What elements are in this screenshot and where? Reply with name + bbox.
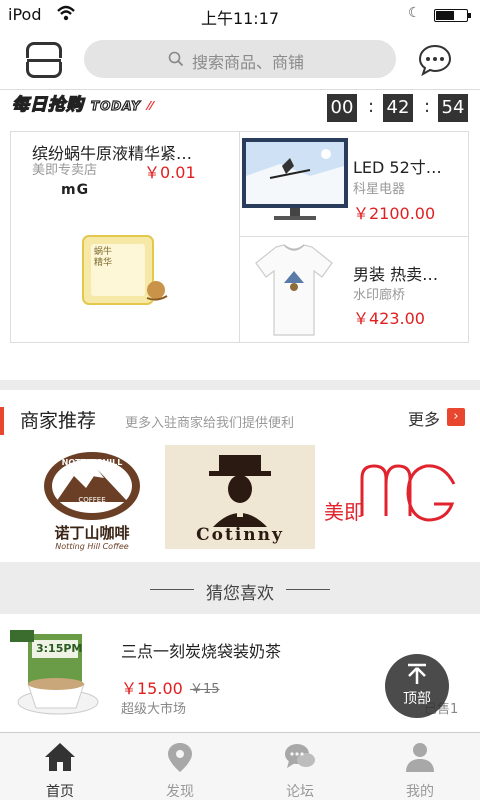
merchant-tagline: Notting Hill Coffee — [55, 542, 129, 551]
tab-label: 发现 — [166, 784, 194, 800]
section-divider — [0, 380, 480, 390]
tab-label: 首页 — [46, 784, 74, 800]
guess-you-like-header: 猜您喜欢 — [0, 562, 480, 614]
product-title: 三点一刻炭烧袋装奶茶 — [121, 642, 282, 661]
tab-discover[interactable]: 发现 — [120, 733, 240, 800]
product-shop: 超级大市场 — [121, 702, 187, 717]
deal-price: ￥0.01 — [144, 163, 196, 182]
bottom-tab-bar: 首页 发现 论坛 我的 — [0, 732, 480, 800]
deal-shop: 美即专卖店 — [32, 163, 98, 178]
deal-grid: 缤纷蜗牛原液精华紧… 美即专卖店 ￥0.01 mG 蜗牛精华 LED 52寸… … — [10, 131, 469, 343]
location-icon — [168, 743, 192, 772]
daily-deals-title: 每日抢购 TODAY ⁄⁄ — [11, 94, 154, 115]
merchant-name: Cotinny — [196, 525, 284, 545]
deal-title: LED 52寸… — [353, 158, 442, 177]
back-to-top-label: 顶部 — [403, 691, 431, 707]
countdown-seconds: 54 — [438, 94, 468, 122]
arrow-up-icon — [408, 663, 426, 684]
merchant-name: 诺丁山咖啡 — [54, 524, 130, 542]
product-price: ￥15.00 — [121, 679, 183, 698]
deal-title: 男装 热卖… — [353, 265, 439, 284]
countdown-separator: : — [424, 96, 431, 117]
section-accent-bar — [0, 407, 4, 435]
deal-price: ￥2100.00 — [353, 204, 436, 223]
chevron-right-icon[interactable]: › — [447, 408, 465, 426]
message-icon[interactable] — [418, 44, 452, 76]
search-icon — [168, 51, 184, 67]
tab-mine[interactable]: 我的 — [360, 733, 480, 800]
deal-price: ￥423.00 — [353, 309, 425, 328]
merchant-section-title: 商家推荐 — [20, 410, 97, 432]
merchant-logo-text: COFFEE — [78, 496, 106, 504]
product-image-tv — [242, 138, 348, 220]
merchant-recommend-section: 商家推荐 更多入驻商家给我们提供便利 更多 › NOTTINGHILL COFF… — [0, 390, 480, 562]
tab-label: 论坛 — [286, 784, 314, 800]
tab-home[interactable]: 首页 — [0, 733, 120, 800]
merchant-logo-text: NOTTINGHILL — [61, 458, 123, 467]
search-input[interactable]: 搜索商品、商铺 — [84, 40, 396, 78]
product-image-caption: 蜗牛精华 — [94, 247, 113, 268]
countdown-minutes: 42 — [383, 94, 413, 122]
more-merchants-link[interactable]: 更多 — [408, 406, 440, 430]
daily-deals-section: 每日抢购 TODAY ⁄⁄ 00 : 42 : 54 缤纷蜗牛原液精华紧… 美即… — [0, 90, 480, 380]
merchant-logo-cotinny[interactable]: Cotinny — [165, 445, 315, 549]
do-not-disturb-icon: ☾ — [408, 5, 421, 21]
product-image-snail-mask — [82, 235, 168, 305]
merchant-name: 美即 — [324, 500, 364, 524]
tab-forum[interactable]: 论坛 — [240, 733, 360, 800]
person-icon — [406, 743, 434, 772]
merchant-section-subtitle: 更多入驻商家给我们提供便利 — [125, 416, 295, 431]
countdown-hours: 00 — [327, 94, 357, 122]
home-icon — [45, 743, 75, 771]
brand-logo-mg: mG — [61, 182, 90, 198]
search-placeholder: 搜索商品、商铺 — [192, 53, 305, 72]
countdown-separator: : — [368, 96, 375, 117]
battery-icon — [434, 9, 471, 22]
deal-card-snail-essence[interactable]: 缤纷蜗牛原液精华紧… 美即专卖店 ￥0.01 mG 蜗牛精华 — [11, 132, 239, 342]
deal-card-led-tv[interactable]: LED 52寸… 科星电器 ￥2100.00 — [240, 132, 469, 236]
deal-card-mens-tshirt[interactable]: 男装 热卖… 水印廊桥 ￥423.00 — [240, 237, 469, 342]
product-image-tshirt — [255, 244, 333, 336]
product-original-price: ￥15 — [190, 682, 220, 697]
package-text: 3:15PM — [36, 642, 83, 655]
top-header: 搜索商品、商铺 — [0, 30, 480, 90]
scan-icon[interactable] — [23, 42, 65, 78]
deal-shop: 水印廊桥 — [353, 288, 406, 303]
deal-shop: 科星电器 — [353, 182, 406, 197]
merchant-logo-nottinghill[interactable]: NOTTINGHILL COFFEE 诺丁山咖啡 Notting Hill Co… — [40, 450, 144, 554]
guess-you-like-title: 猜您喜欢 — [206, 584, 274, 604]
chat-bubbles-icon — [285, 744, 315, 768]
merchant-logo-meiji[interactable]: 美即 — [322, 460, 462, 540]
status-bar: iPod 上午11:17 ☾ — [0, 0, 480, 30]
back-to-top-button[interactable]: 顶部 — [385, 654, 449, 718]
tab-label: 我的 — [406, 784, 434, 800]
